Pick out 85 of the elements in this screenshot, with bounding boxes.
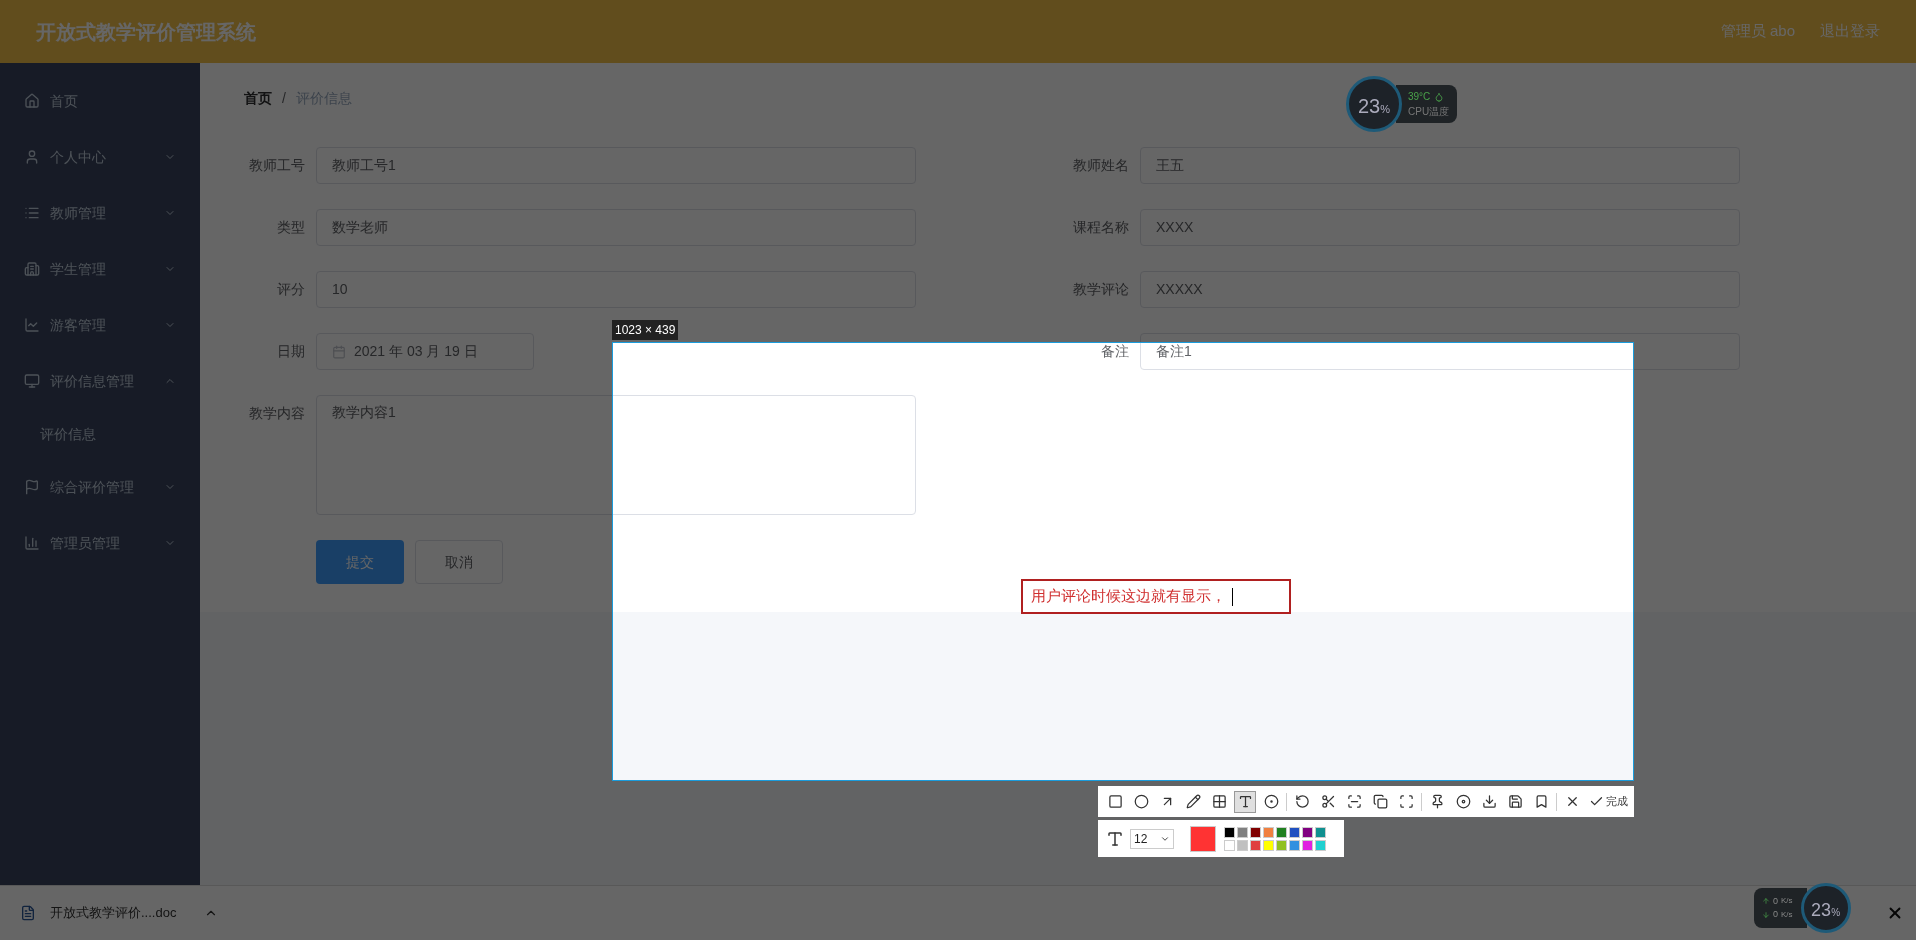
user-name: 管理员 abo [1720,21,1795,42]
color-swatch[interactable] [1315,826,1326,838]
circle-icon [1133,794,1149,809]
save-icon [1507,794,1523,809]
submit-button[interactable]: 提交 [316,540,404,584]
scan-icon [1346,794,1362,809]
menu-icon [24,205,40,221]
field-label: 教学内容 [248,404,305,423]
tool-button[interactable] [1234,790,1256,813]
menu-icon [24,373,40,389]
size-label: 1023 × 439 [612,320,679,340]
menu-icon [24,317,40,333]
input-field[interactable]: XXXXX [1140,271,1740,308]
download-icon [1762,910,1770,919]
upload-icon [1762,897,1770,906]
frame-icon [1398,794,1414,809]
speed-unit: K/s [1781,908,1793,921]
bookmark-icon [1533,794,1549,809]
app-title: 开放式教学评价管理系统 [36,19,256,45]
color-swatch[interactable] [1315,839,1326,851]
pin-icon [1429,794,1445,809]
color-swatch[interactable] [1276,826,1287,838]
field-label: 教师工号 [248,156,305,175]
annotation-text: 用户评论时候这边就有显示， [1031,586,1226,607]
menu-icon [24,93,40,109]
copy-icon [1372,794,1388,809]
text-tool-icon [1237,794,1253,809]
text-cursor [1232,587,1233,606]
font-icon [1106,829,1124,848]
field-label: 备注 [1100,342,1129,361]
document-icon [20,905,36,921]
input-field[interactable]: 数学老师 [316,209,916,246]
input-field[interactable]: 教师工号1 [316,147,916,184]
color-swatch[interactable] [1302,826,1313,838]
field-label: 教师姓名 [1072,156,1129,175]
field-label: 评分 [276,280,305,299]
color-swatch[interactable] [1302,839,1313,851]
date-value: 2021 年 03 月 19 日 [354,342,478,361]
breadcrumb-item[interactable]: 首页 [244,87,272,109]
breadcrumb-separator: / [282,88,286,108]
record-icon [1455,794,1471,809]
color-swatch[interactable] [1263,826,1274,838]
menu-icon [24,479,40,495]
color-swatch[interactable] [1237,826,1248,838]
scissors-icon [1320,794,1336,809]
color-swatch[interactable] [1237,839,1248,851]
square-icon [1107,794,1123,809]
current-color[interactable] [1190,825,1216,852]
color-swatch[interactable] [1276,839,1287,851]
menu-icon [24,149,40,165]
color-swatch[interactable] [1289,826,1300,838]
input-field[interactable]: 备注1 [1140,333,1740,370]
pencil-icon [1185,794,1201,809]
color-swatch[interactable] [1224,826,1235,838]
menu-icon [24,535,40,551]
font-size-select[interactable]: 12 [1130,828,1174,849]
textarea-field[interactable]: 教学内容1 [316,395,916,515]
logout-link[interactable]: 退出登录 [1820,20,1880,43]
field-label: 教学评论 [1072,280,1129,299]
temperature: 39°C [1408,90,1431,104]
date-field[interactable]: 2021 年 03 月 19 日 [316,333,534,370]
done-button[interactable]: 完成 [1587,793,1628,810]
annotation-box[interactable]: 用户评论时候这边就有显示， [1021,579,1291,614]
color-swatch[interactable] [1289,839,1300,851]
speed-unit: K/s [1781,895,1793,908]
field-label: 类型 [276,218,305,237]
input-field[interactable]: 10 [316,271,916,308]
color-swatch[interactable] [1250,826,1261,838]
field-label: 日期 [276,342,305,361]
marker-icon [1263,794,1279,809]
color-swatch[interactable] [1263,839,1274,851]
menu-icon [24,261,40,277]
field-label: 课程名称 [1072,218,1129,237]
calendar-icon [332,344,346,359]
color-swatch[interactable] [1224,839,1235,851]
mosaic-icon [1211,794,1227,809]
download-speed: 0 [1773,908,1778,921]
download-icon [1481,794,1497,809]
upload-speed: 0 [1773,894,1778,908]
cpu-caption: CPU温度 [1408,105,1450,119]
download-file[interactable]: 开放式教学评价....doc [50,903,177,923]
color-swatch[interactable] [1250,839,1261,851]
undo-icon [1294,794,1310,809]
input-field[interactable]: XXXX [1140,209,1740,246]
cancel-button[interactable]: 取消 [415,540,503,584]
